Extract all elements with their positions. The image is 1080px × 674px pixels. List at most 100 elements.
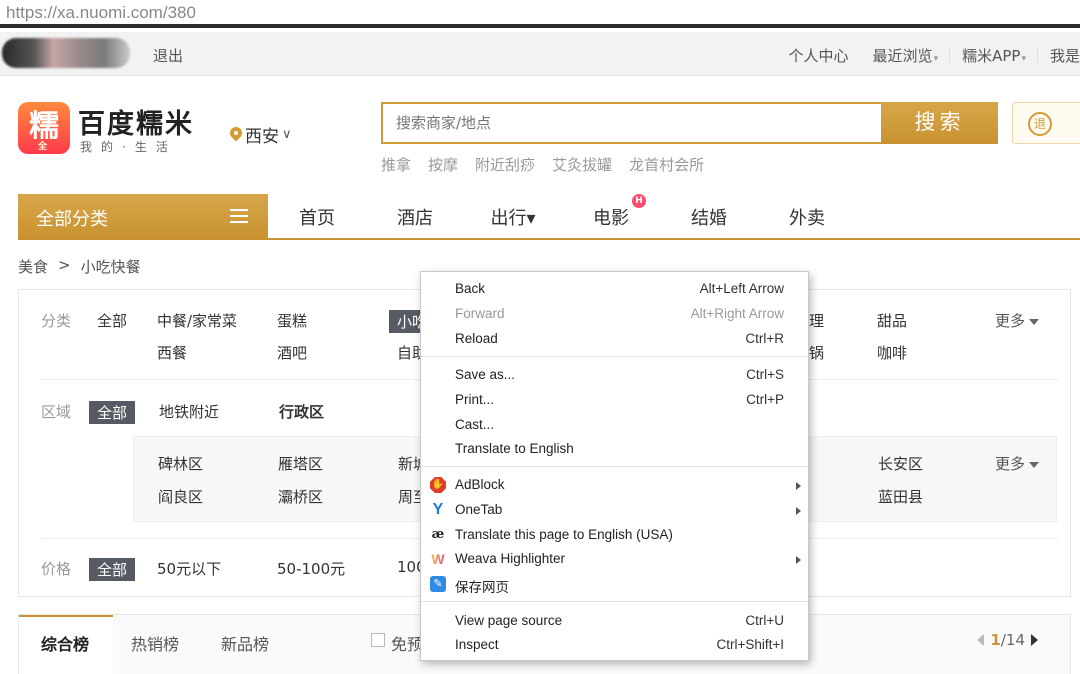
- checkbox-label: 免预: [391, 635, 424, 654]
- nav-item-wedding[interactable]: 结婚: [660, 204, 758, 230]
- filter-option-selected[interactable]: 全部: [89, 401, 136, 424]
- menu-item-translate-usa[interactable]: æ Translate this page to English (USA): [421, 523, 808, 547]
- save-page-icon: ✎: [430, 576, 446, 592]
- hot-word[interactable]: 推拿: [381, 154, 411, 175]
- submenu-arrow-icon: [796, 507, 801, 515]
- nav-item-hotel[interactable]: 酒店: [366, 204, 464, 230]
- search-button[interactable]: 搜索: [881, 102, 998, 144]
- page-current: 1: [990, 631, 1001, 649]
- all-categories-button[interactable]: 全部分类: [18, 194, 268, 240]
- brand-name[interactable]: 百度糯米: [78, 102, 194, 141]
- nav-item-travel[interactable]: 出行▾: [464, 204, 562, 230]
- menu-item-save-page[interactable]: ✎ 保存网页: [421, 572, 808, 596]
- menu-item-reload[interactable]: Reload Ctrl+R: [421, 327, 808, 351]
- nav-item-movie[interactable]: 电影 H: [562, 194, 660, 230]
- brand-slogan: 我的·生活: [80, 140, 177, 154]
- hot-word[interactable]: 龙首村会所: [629, 154, 704, 175]
- translate-icon: æ: [431, 527, 445, 542]
- next-page-icon[interactable]: [1031, 634, 1038, 646]
- nav-items: 首页 酒店 出行▾ 电影 H 结婚 外卖: [268, 194, 856, 240]
- topnav-app[interactable]: 糯米APP▾: [950, 45, 1038, 66]
- menu-item-onetab[interactable]: Y OneTab: [421, 498, 808, 522]
- filter-label: 价格: [41, 560, 72, 578]
- filter-label: 区域: [41, 403, 72, 421]
- context-menu: Back Alt+Left Arrow Forward Alt+Right Ar…: [420, 271, 809, 661]
- menu-item-weava[interactable]: W Weava Highlighter: [421, 547, 808, 571]
- topnav-merchant[interactable]: 我是: [1038, 45, 1080, 66]
- menu-item-save-as[interactable]: Save as... Ctrl+S: [421, 363, 808, 387]
- district-option[interactable]: 灞桥区: [278, 486, 323, 507]
- district-option[interactable]: 长安区: [878, 453, 923, 474]
- weava-icon: W: [431, 551, 445, 567]
- logout-link[interactable]: 退出: [153, 45, 183, 66]
- filter-option[interactable]: 全部: [97, 310, 127, 331]
- chevron-down-icon: ▾: [933, 54, 939, 64]
- breadcrumb-current: 小吃快餐: [80, 258, 141, 276]
- nav-item-takeout[interactable]: 外卖: [758, 204, 856, 230]
- breadcrumb-separator: >: [58, 256, 71, 274]
- top-bar: 退出 个人中心 最近浏览▾ 糯米APP▾ 我是: [0, 32, 1080, 76]
- logo-icon[interactable]: 糯 全: [18, 102, 70, 154]
- filter-option[interactable]: 西餐: [157, 342, 187, 363]
- promo-banner[interactable]: 退: [1012, 102, 1080, 144]
- menu-item-inspect[interactable]: Inspect Ctrl+Shift+I: [421, 633, 808, 657]
- filter-tab-district[interactable]: 行政区: [279, 401, 324, 422]
- district-option[interactable]: 阎良区: [158, 486, 203, 507]
- prev-page-icon[interactable]: [977, 634, 985, 646]
- chevron-down-icon: ∨: [282, 127, 292, 142]
- address-bar[interactable]: https://xa.nuomi.com/380: [0, 0, 1080, 28]
- location-pin-icon: [230, 127, 242, 143]
- topnav-user-center[interactable]: 个人中心: [777, 45, 861, 66]
- main-nav: 全部分类 首页 酒店 出行▾ 电影 H 结婚 外卖: [18, 194, 1080, 240]
- more-dropdown[interactable]: 更多: [995, 453, 1039, 474]
- adblock-icon: ✋: [430, 477, 446, 493]
- hot-badge: H: [632, 194, 646, 208]
- refund-icon: 退: [1028, 112, 1052, 136]
- filter-option[interactable]: 50元以下: [157, 558, 221, 579]
- filter-option[interactable]: 理: [809, 310, 824, 331]
- filter-option-selected[interactable]: 全部: [89, 558, 136, 581]
- chevron-down-icon: ▾: [1021, 54, 1026, 64]
- url-text: https://xa.nuomi.com/380: [6, 3, 196, 22]
- no-reservation-checkbox[interactable]: [371, 633, 385, 647]
- page-total: /14: [1000, 631, 1025, 649]
- menu-icon: [230, 209, 248, 223]
- menu-item-cast[interactable]: Cast...: [421, 413, 808, 437]
- more-dropdown[interactable]: 更多: [995, 310, 1039, 331]
- city-name: 西安: [245, 127, 279, 147]
- tab-new[interactable]: 新品榜: [221, 631, 269, 655]
- filter-option[interactable]: 酒吧: [277, 342, 307, 363]
- hot-word[interactable]: 艾灸拔罐: [552, 154, 612, 175]
- breadcrumb: 美食 > 小吃快餐: [18, 256, 141, 277]
- hot-search-words: 推拿 按摩 附近刮痧 艾灸拔罐 龙首村会所: [381, 154, 704, 175]
- tab-hot-sale[interactable]: 热销榜: [131, 631, 179, 655]
- filter-option[interactable]: 锅: [809, 342, 824, 363]
- nav-item-home[interactable]: 首页: [268, 204, 366, 230]
- filter-option[interactable]: 甜品: [877, 310, 907, 331]
- filter-option[interactable]: 蛋糕: [277, 310, 307, 331]
- filter-option[interactable]: 中餐/家常菜: [157, 310, 237, 331]
- topnav-recent[interactable]: 最近浏览▾: [861, 45, 951, 66]
- filter-option[interactable]: 50-100元: [277, 558, 345, 579]
- district-option[interactable]: 雁塔区: [278, 453, 323, 474]
- city-selector[interactable]: 西安 ∨: [230, 122, 292, 147]
- menu-item-print[interactable]: Print... Ctrl+P: [421, 388, 808, 412]
- menu-item-translate[interactable]: Translate to English: [421, 437, 808, 461]
- menu-item-back[interactable]: Back Alt+Left Arrow: [421, 277, 808, 301]
- menu-item-adblock[interactable]: ✋ AdBlock: [421, 473, 808, 497]
- district-option[interactable]: 蓝田县: [878, 486, 923, 507]
- filter-option[interactable]: 地铁附近: [159, 401, 219, 422]
- avatar[interactable]: [2, 38, 130, 68]
- search-input[interactable]: [381, 102, 883, 144]
- district-option[interactable]: 碑林区: [158, 453, 203, 474]
- menu-separator: [421, 466, 808, 467]
- hot-word[interactable]: 附近刮痧: [475, 154, 535, 175]
- menu-item-view-source[interactable]: View page source Ctrl+U: [421, 609, 808, 633]
- menu-item-forward[interactable]: Forward Alt+Right Arrow: [421, 302, 808, 326]
- breadcrumb-root[interactable]: 美食: [18, 256, 48, 277]
- top-nav: 个人中心 最近浏览▾ 糯米APP▾ 我是: [777, 45, 1080, 66]
- pager: 1/14: [977, 631, 1038, 649]
- hot-word[interactable]: 按摩: [428, 154, 458, 175]
- filter-option[interactable]: 咖啡: [877, 342, 907, 363]
- tab-overall[interactable]: 综合榜: [41, 631, 89, 655]
